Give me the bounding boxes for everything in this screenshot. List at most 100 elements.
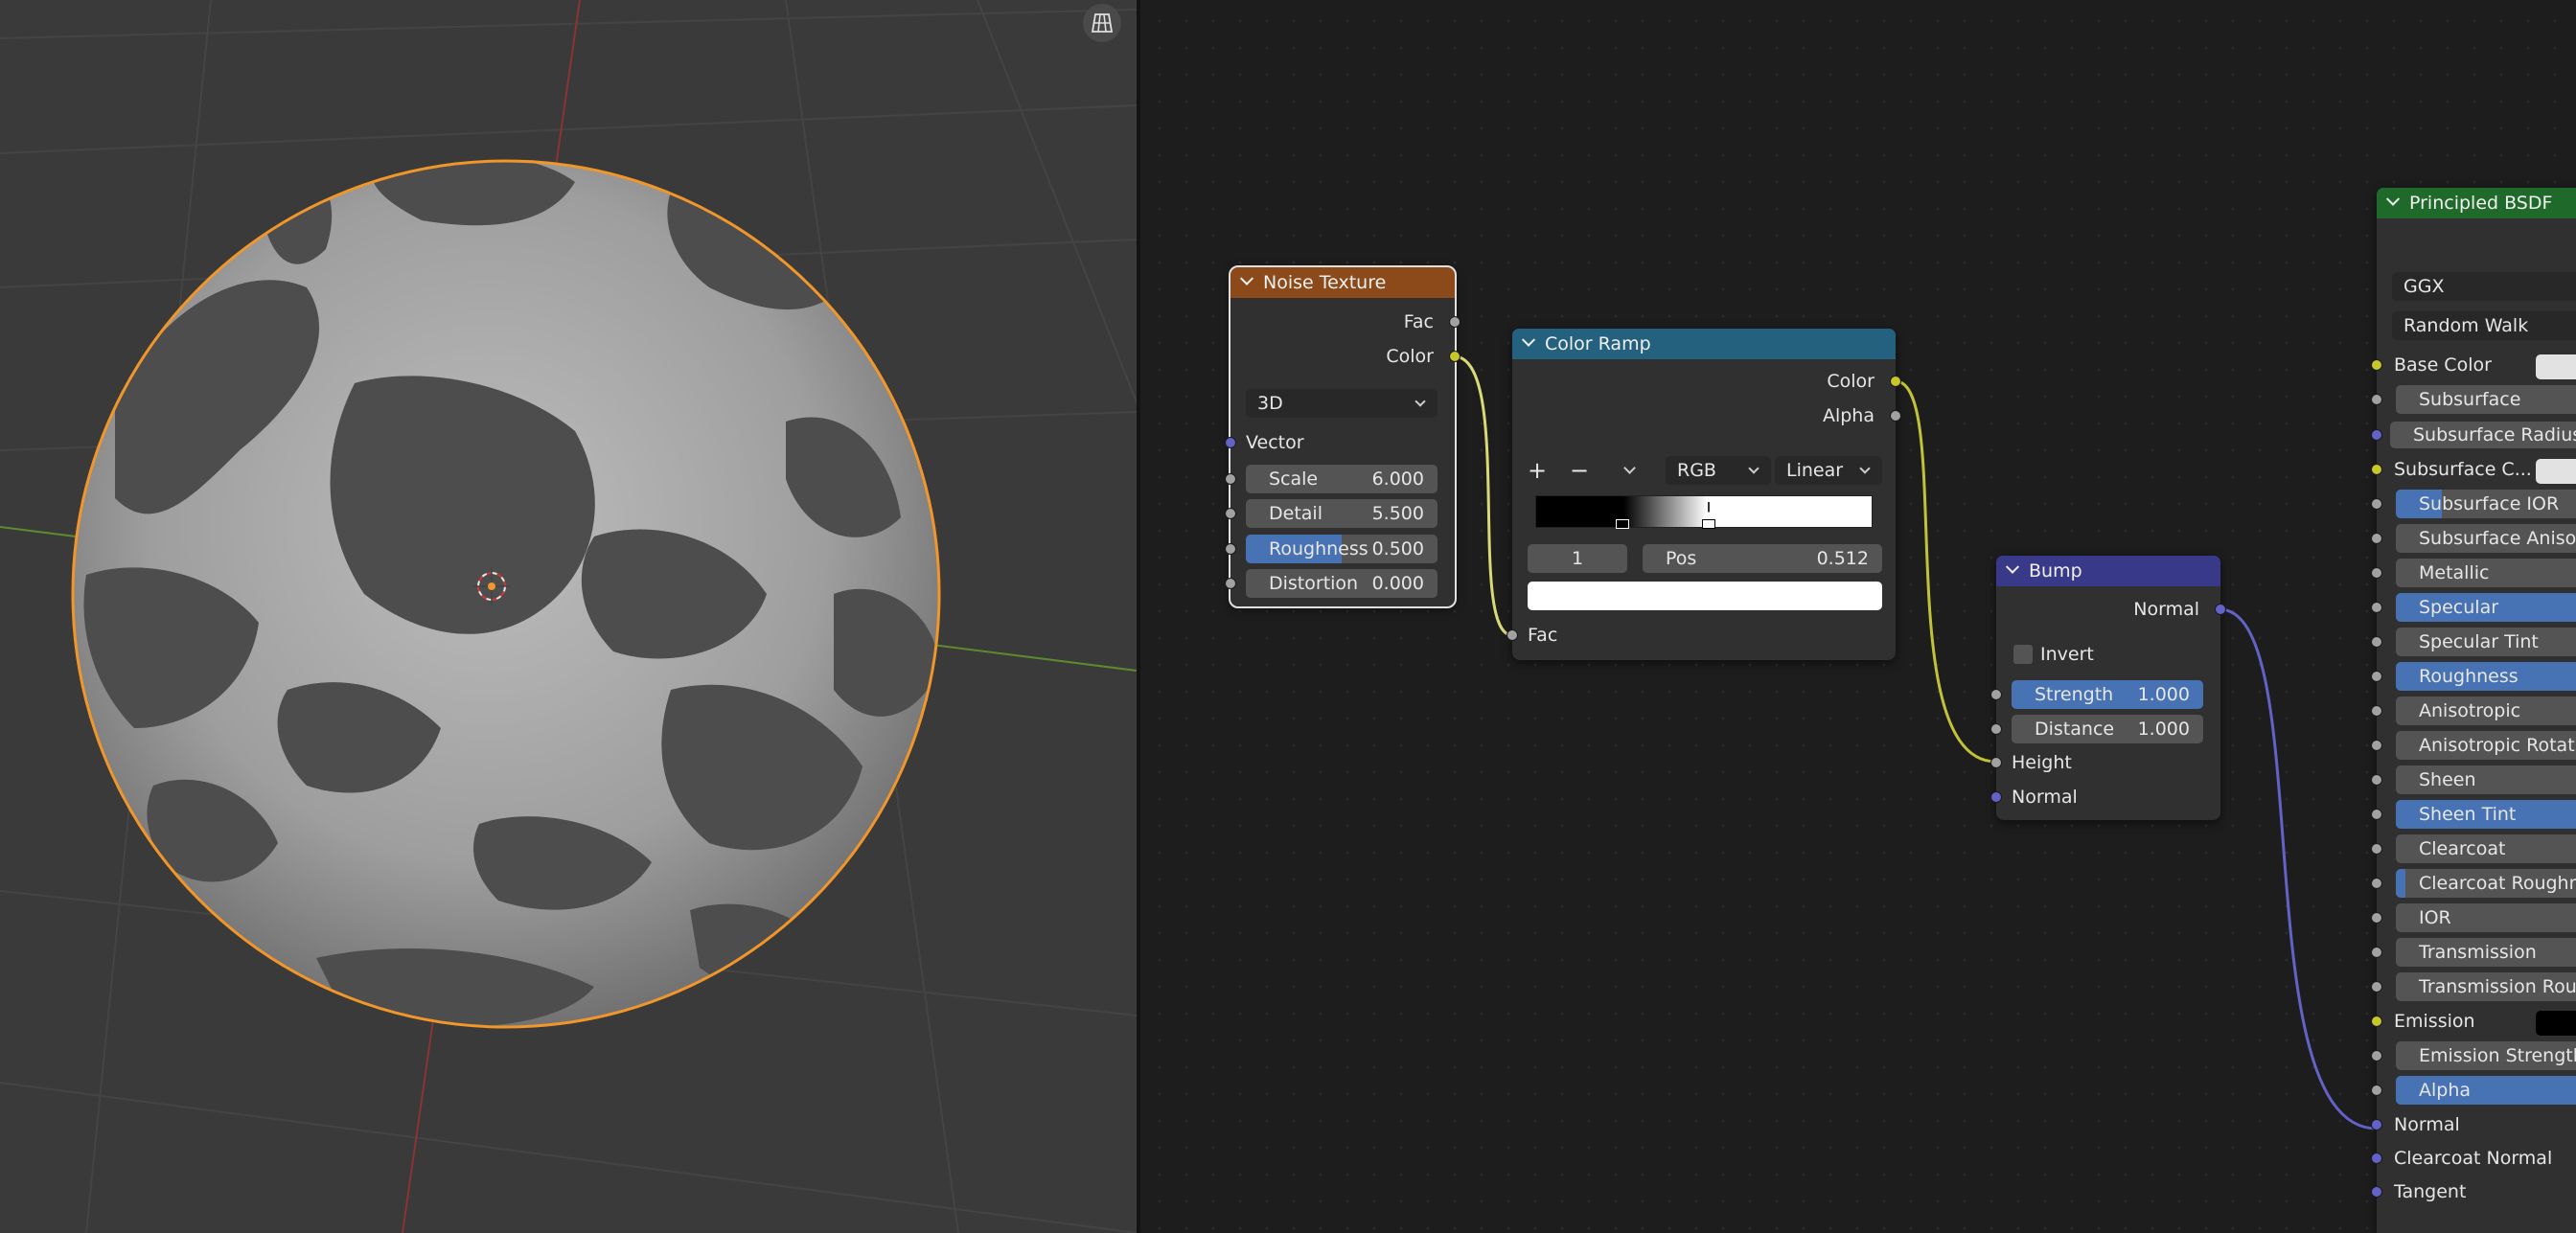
ior-field[interactable]: IOR bbox=[2396, 903, 2576, 932]
viewport-scene[interactable] bbox=[0, 0, 1137, 1233]
distribution-dropdown[interactable]: GGX bbox=[2392, 272, 2576, 301]
shader-node-editor[interactable]: Noise Texture Fac Color 3D Vector Scale … bbox=[1140, 0, 2576, 1233]
subsurface-anisotropy-socket[interactable] bbox=[2371, 533, 2382, 544]
collapse-chevron-icon[interactable] bbox=[1239, 271, 1254, 285]
transmission-socket[interactable] bbox=[2371, 947, 2382, 958]
sheen-tint-socket[interactable] bbox=[2371, 809, 2382, 820]
clearcoat-roughness-socket[interactable] bbox=[2371, 878, 2382, 889]
clearcoat-field[interactable]: Clearcoat bbox=[2396, 834, 2576, 863]
sheen-tint-field[interactable]: Sheen Tint bbox=[2396, 800, 2576, 829]
bump-node[interactable]: Bump Normal Invert Strength 1.000 Distan… bbox=[1990, 556, 2226, 820]
dimension-dropdown[interactable]: 3D bbox=[1246, 389, 1438, 418]
collapse-chevron-icon[interactable] bbox=[2385, 192, 2401, 206]
noise-texture-node[interactable]: Noise Texture Fac Color 3D Vector Scale … bbox=[1225, 265, 1460, 608]
normal-input-socket[interactable] bbox=[2371, 1119, 2382, 1130]
subsurface-radius-socket[interactable] bbox=[2371, 429, 2382, 441]
sphere-object[interactable] bbox=[71, 153, 941, 1029]
3d-viewport[interactable] bbox=[0, 0, 1137, 1233]
strength-socket[interactable] bbox=[1990, 689, 2002, 700]
metallic-field[interactable]: Metallic bbox=[2396, 559, 2576, 587]
collapse-chevron-icon[interactable] bbox=[2005, 559, 2020, 574]
specular-tint-socket[interactable] bbox=[2371, 636, 2382, 648]
transmission-roughness-field[interactable]: Transmission Roughness bbox=[2396, 972, 2576, 1001]
emission-color-swatch[interactable] bbox=[2536, 1011, 2576, 1036]
color-ramp-header[interactable]: Color Ramp bbox=[1512, 329, 1896, 359]
stop-0-marker-icon[interactable] bbox=[1615, 512, 1630, 519]
color-ramp-node[interactable]: Color Ramp Color Alpha + − RGB Linear 1 … bbox=[1506, 329, 1901, 660]
subsurface-color-swatch[interactable] bbox=[2536, 459, 2576, 484]
subsurface-anisotropy-field[interactable]: Subsurface Anisotropy bbox=[2396, 524, 2576, 553]
alpha-field[interactable]: Alpha bbox=[2396, 1076, 2576, 1105]
emission-socket[interactable] bbox=[2371, 1016, 2382, 1027]
specular-socket[interactable] bbox=[2371, 602, 2382, 613]
invert-checkbox[interactable] bbox=[2013, 645, 2033, 664]
stop-1-marker-icon[interactable] bbox=[1701, 512, 1716, 519]
noise-texture-header[interactable]: Noise Texture bbox=[1230, 267, 1455, 298]
output-fac-socket[interactable] bbox=[1449, 316, 1460, 328]
vector-input-socket[interactable] bbox=[1225, 437, 1236, 448]
roughness-socket[interactable] bbox=[1225, 543, 1236, 555]
anisotropic-field[interactable]: Anisotropic bbox=[2396, 696, 2576, 725]
clearcoat-roughness-field[interactable]: Clearcoat Roughness bbox=[2396, 869, 2576, 898]
anisotropic-rotation-field[interactable]: Anisotropic Rotation bbox=[2396, 731, 2576, 760]
roughness-field[interactable]: Roughness bbox=[2396, 662, 2576, 691]
distortion-socket[interactable] bbox=[1225, 578, 1236, 589]
add-stop-button[interactable]: + bbox=[1528, 456, 1547, 485]
anisotropic-rotation-socket[interactable] bbox=[2371, 740, 2382, 751]
remove-stop-button[interactable]: − bbox=[1570, 456, 1589, 485]
scale-socket[interactable] bbox=[1225, 473, 1236, 485]
subsurface-method-dropdown[interactable]: Random Walk bbox=[2392, 311, 2576, 340]
roughness-field[interactable]: Roughness 0.500 bbox=[1246, 535, 1438, 563]
strength-field[interactable]: Strength 1.000 bbox=[2012, 680, 2203, 709]
specular-field[interactable]: Specular bbox=[2396, 593, 2576, 622]
ramp-menu-chevron-icon[interactable] bbox=[1623, 462, 1636, 474]
color-mode-dropdown[interactable]: RGB bbox=[1666, 456, 1771, 485]
subsurface-color-socket[interactable] bbox=[2371, 464, 2382, 475]
distortion-field[interactable]: Distortion 0.000 bbox=[1246, 569, 1438, 598]
subsurface-field[interactable]: Subsurface bbox=[2396, 385, 2576, 414]
anisotropic-socket[interactable] bbox=[2371, 705, 2382, 717]
stop-color-swatch[interactable] bbox=[1528, 582, 1882, 610]
scale-field[interactable]: Scale 6.000 bbox=[1246, 465, 1438, 493]
transmission-field[interactable]: Transmission bbox=[2396, 938, 2576, 967]
specular-tint-field[interactable]: Specular Tint bbox=[2396, 628, 2576, 656]
color-ramp-gradient[interactable] bbox=[1535, 495, 1873, 529]
sheen-socket[interactable] bbox=[2371, 774, 2382, 786]
output-color-socket[interactable] bbox=[1449, 351, 1460, 362]
principled-bsdf-header[interactable]: Principled BSDF bbox=[2377, 188, 2576, 218]
grid-view-toggle-button[interactable] bbox=[1083, 4, 1121, 42]
subsurface-radius-label[interactable]: Subsurface Radius bbox=[2390, 421, 2576, 449]
collapse-chevron-icon[interactable] bbox=[1521, 332, 1536, 347]
base-color-socket[interactable] bbox=[2371, 359, 2382, 371]
output-color-socket[interactable] bbox=[1890, 376, 1901, 387]
subsurface-ior-field[interactable]: Subsurface IOR bbox=[2396, 490, 2576, 518]
output-normal-socket[interactable] bbox=[2215, 604, 2226, 615]
tangent-socket[interactable] bbox=[2371, 1186, 2382, 1198]
base-color-swatch[interactable] bbox=[2536, 354, 2576, 379]
bump-header[interactable]: Bump bbox=[1996, 556, 2220, 586]
detail-socket[interactable] bbox=[1225, 508, 1236, 519]
metallic-socket[interactable] bbox=[2371, 567, 2382, 579]
normal-input-socket[interactable] bbox=[1990, 791, 2002, 803]
emission-strength-socket[interactable] bbox=[2371, 1050, 2382, 1062]
clearcoat-socket[interactable] bbox=[2371, 843, 2382, 855]
fac-input-socket[interactable] bbox=[1506, 629, 1518, 641]
emission-strength-field[interactable]: Emission Strength bbox=[2396, 1041, 2576, 1070]
distance-socket[interactable] bbox=[1990, 723, 2002, 735]
height-input-socket[interactable] bbox=[1990, 757, 2002, 768]
distance-field[interactable]: Distance 1.000 bbox=[2012, 715, 2203, 743]
alpha-socket[interactable] bbox=[2371, 1085, 2382, 1096]
clearcoat-normal-socket[interactable] bbox=[2371, 1153, 2382, 1164]
principled-bsdf-node[interactable]: Principled BSDF GGX Random Walk Base Col… bbox=[2371, 188, 2576, 1233]
ior-socket[interactable] bbox=[2371, 912, 2382, 924]
stop-position-field[interactable]: Pos 0.512 bbox=[1643, 544, 1882, 573]
stop-index-field[interactable]: 1 bbox=[1528, 544, 1627, 573]
roughness-socket[interactable] bbox=[2371, 671, 2382, 682]
detail-field[interactable]: Detail 5.500 bbox=[1246, 499, 1438, 528]
subsurface-ior-socket[interactable] bbox=[2371, 498, 2382, 510]
sheen-field[interactable]: Sheen bbox=[2396, 765, 2576, 794]
transmission-roughness-socket[interactable] bbox=[2371, 981, 2382, 993]
interpolation-dropdown[interactable]: Linear bbox=[1775, 456, 1882, 485]
output-alpha-socket[interactable] bbox=[1890, 410, 1901, 422]
subsurface-socket[interactable] bbox=[2371, 394, 2382, 405]
